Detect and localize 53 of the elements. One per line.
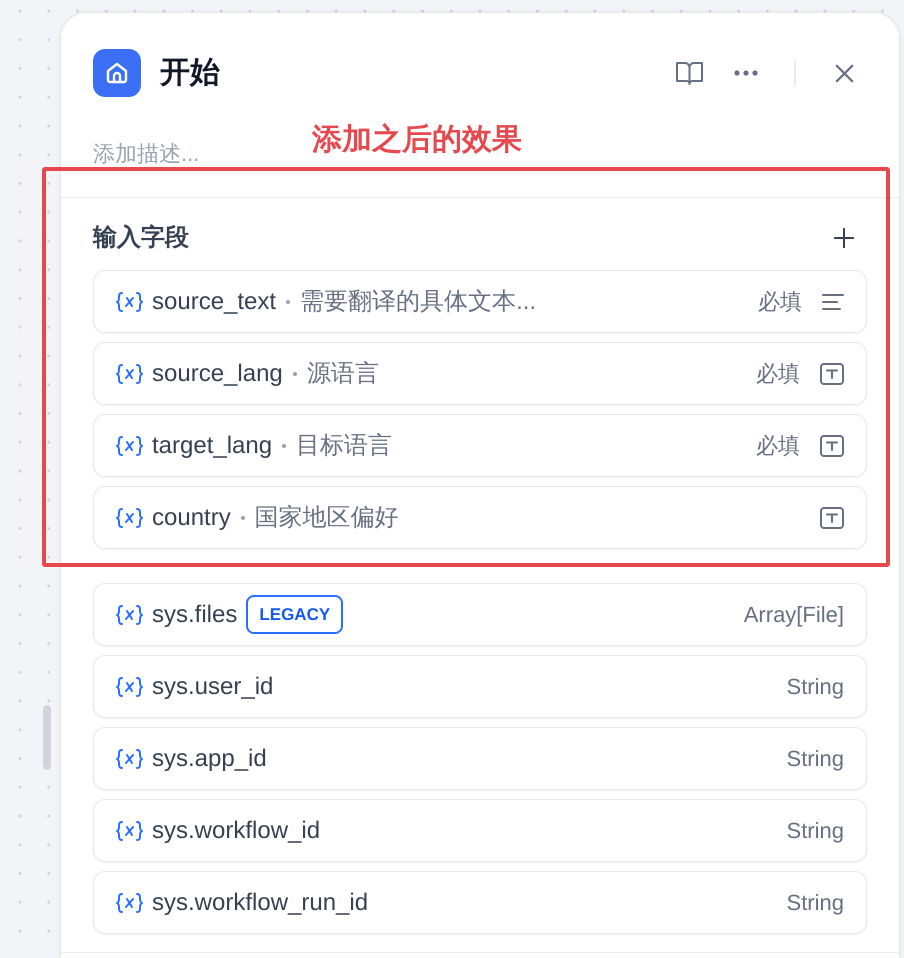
variable-name: sys.files xyxy=(152,600,238,630)
variable-row[interactable]: target_lang 目标语言 必填 xyxy=(93,414,867,477)
home-icon xyxy=(93,49,141,97)
variable-type: Array[File] xyxy=(744,601,844,629)
variable-name: country xyxy=(152,502,231,532)
variable-type: String xyxy=(786,673,844,701)
variable-type: String xyxy=(786,745,844,773)
variable-row[interactable]: sys.user_id String xyxy=(93,655,867,718)
required-label: 必填 xyxy=(756,432,800,460)
variable-description: 需要翻译的具体文本... xyxy=(300,286,536,316)
variable-name: sys.workflow_id xyxy=(152,816,320,846)
variable-description: 目标语言 xyxy=(296,430,392,460)
variable-row[interactable]: sys.workflow_run_id String xyxy=(93,871,867,934)
variable-icon xyxy=(116,676,143,696)
text-input-icon xyxy=(820,362,844,384)
variable-type: String xyxy=(786,817,844,845)
text-input-icon xyxy=(820,506,844,528)
panel-title: 开始 xyxy=(160,58,220,88)
variable-icon xyxy=(116,820,143,840)
variable-name: sys.workflow_run_id xyxy=(152,888,368,918)
variable-name: source_lang xyxy=(152,358,283,388)
variable-row[interactable]: sys.app_id String xyxy=(93,727,867,790)
variable-row[interactable]: source_text 需要翻译的具体文本... 必填 xyxy=(93,270,867,333)
paragraph-icon xyxy=(822,292,844,310)
variable-type: String xyxy=(786,889,844,917)
variable-description: 源语言 xyxy=(306,358,379,388)
close-icon[interactable] xyxy=(835,64,854,82)
required-label: 必填 xyxy=(756,360,800,388)
variable-icon xyxy=(116,364,143,384)
section-heading: 输入字段 xyxy=(93,223,189,253)
variable-icon xyxy=(116,748,143,768)
book-icon[interactable] xyxy=(676,61,703,85)
variable-row[interactable]: sys.files LEGACY Array[File] xyxy=(93,583,867,646)
variable-icon xyxy=(116,892,143,912)
required-label: 必填 xyxy=(758,288,802,316)
variable-row[interactable]: country 国家地区偏好 xyxy=(93,486,867,549)
variable-icon xyxy=(116,604,143,624)
variable-row[interactable]: sys.workflow_id String xyxy=(93,799,867,862)
legacy-badge: LEGACY xyxy=(246,595,344,634)
resize-handle[interactable] xyxy=(43,705,51,770)
variable-icon xyxy=(116,508,143,528)
text-input-icon xyxy=(820,434,844,456)
variable-description: 国家地区偏好 xyxy=(254,502,399,532)
variable-icon xyxy=(116,292,143,312)
annotation-text: 添加之后的效果 xyxy=(312,122,522,158)
more-icon[interactable] xyxy=(734,70,758,76)
variable-name: target_lang xyxy=(152,430,272,460)
variable-row[interactable]: source_lang 源语言 必填 xyxy=(93,342,867,405)
variable-name: source_text xyxy=(152,286,276,316)
plus-icon[interactable] xyxy=(834,228,854,248)
variable-icon xyxy=(116,436,143,456)
variable-name: sys.app_id xyxy=(152,744,267,774)
variable-name: sys.user_id xyxy=(152,672,274,702)
